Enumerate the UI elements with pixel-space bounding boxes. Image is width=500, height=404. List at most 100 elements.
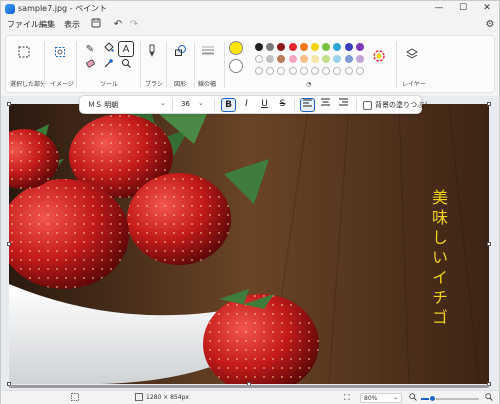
resize-handle[interactable] — [487, 102, 491, 106]
settings-gear-icon[interactable]: ⚙ — [483, 18, 497, 32]
zoom-out-icon[interactable] — [409, 393, 417, 403]
edit-colors-icon[interactable] — [371, 50, 387, 66]
chevron-down-icon[interactable]: ⌄ — [393, 394, 398, 401]
minimize-button[interactable]: — — [427, 1, 451, 17]
line-width-icon[interactable] — [199, 44, 217, 60]
title-bar: sample7.jpg - ペイント — ☐ ✕ — [1, 1, 499, 17]
resize-handle[interactable] — [7, 242, 11, 246]
zoom-slider-knob[interactable] — [429, 395, 437, 402]
overlay-text[interactable]: 美味しいイチゴ — [426, 189, 448, 329]
save-icon[interactable] — [89, 18, 103, 32]
strawberry-photo[interactable]: 美味しいイチゴ — [9, 104, 489, 384]
palette-swatch[interactable] — [277, 43, 286, 51]
palette-swatch[interactable] — [255, 55, 263, 63]
toolbar-divider — [172, 99, 173, 111]
font-family-select[interactable]: ＭＳ 明朝 — [88, 100, 118, 110]
palette-swatch[interactable] — [333, 43, 342, 51]
font-size-select[interactable]: 36 — [181, 100, 190, 108]
color-picker-icon[interactable] — [100, 58, 116, 74]
custom-swatch-empty[interactable] — [299, 67, 308, 75]
palette-swatch[interactable] — [322, 55, 331, 63]
italic-button[interactable]: I — [239, 98, 254, 112]
toolbar-divider — [294, 99, 295, 111]
custom-swatch-empty[interactable] — [277, 67, 286, 75]
canvas-area: 美味しいイチゴ — [1, 96, 499, 390]
fill-background-checkbox[interactable] — [363, 101, 372, 110]
custom-swatch-empty[interactable] — [311, 67, 319, 75]
palette-drop-icon[interactable]: ◔ — [306, 81, 311, 88]
chevron-down-icon[interactable]: ⌄ — [198, 99, 204, 107]
pencil-icon[interactable]: ✎ — [82, 42, 98, 58]
palette-swatch[interactable] — [344, 55, 353, 63]
strikethrough-button[interactable]: S — [275, 98, 290, 112]
secondary-color-swatch[interactable] — [229, 59, 243, 73]
align-left-button[interactable] — [300, 98, 315, 112]
ribbon-divider — [194, 42, 195, 88]
palette-swatch[interactable] — [311, 43, 319, 51]
resize-handle[interactable] — [487, 242, 491, 246]
undo-icon[interactable]: ↶ — [111, 18, 125, 32]
chevron-down-icon[interactable]: ⌄ — [160, 99, 166, 107]
palette-swatch[interactable] — [311, 55, 319, 63]
custom-swatch-empty[interactable] — [288, 67, 297, 75]
eraser-icon[interactable] — [82, 58, 98, 74]
palette-swatch[interactable] — [355, 55, 364, 63]
fill-bucket-icon[interactable] — [100, 42, 116, 58]
horizontal-scrollbar[interactable] — [9, 385, 489, 388]
group-label-selection: 選択した部分 — [10, 81, 47, 88]
zoom-in-icon[interactable] — [485, 393, 493, 403]
image-size-icon — [135, 393, 143, 403]
palette-swatch[interactable] — [322, 43, 331, 51]
redo-icon[interactable]: ↷ — [127, 18, 141, 32]
close-button[interactable]: ✕ — [475, 1, 499, 17]
menu-file[interactable]: ファイル — [7, 19, 39, 30]
selection-tool-button[interactable] — [16, 46, 32, 62]
text-format-toolbar: ＭＳ 明朝 ⌄ 36 ⌄ B I U S 背景の塗りつぶし — [79, 95, 431, 114]
palette-swatch[interactable] — [288, 43, 297, 51]
resize-handle[interactable] — [7, 102, 11, 106]
toolbar-divider — [356, 99, 357, 111]
group-label-shapes: 図形 — [174, 81, 187, 88]
palette-swatch[interactable] — [288, 55, 297, 63]
align-center-button[interactable] — [318, 98, 333, 112]
palette-swatch[interactable] — [255, 43, 263, 51]
custom-swatch-empty[interactable] — [355, 67, 364, 75]
group-label-layers: レイヤー — [402, 81, 426, 88]
fit-to-window-icon[interactable]: ⛶ — [344, 393, 350, 403]
custom-swatch-empty[interactable] — [344, 67, 353, 75]
palette-swatch[interactable] — [355, 43, 364, 51]
menu-view[interactable]: 表示 — [64, 19, 80, 30]
align-right-button[interactable] — [336, 98, 351, 112]
bold-button[interactable]: B — [221, 98, 236, 112]
group-label-image: イメージ — [50, 81, 74, 88]
ribbon: 選択した部分 イメージ ✎ A ツール ブラシ 図形 線の幅 ◔ レイヤー — [5, 35, 495, 93]
primary-color-swatch[interactable] — [229, 41, 243, 55]
layers-icon[interactable] — [404, 48, 420, 64]
palette-swatch[interactable] — [299, 55, 308, 63]
zoom-slider[interactable] — [421, 395, 479, 402]
custom-swatch-empty[interactable] — [333, 67, 342, 75]
palette-swatch[interactable] — [344, 43, 353, 51]
palette-swatch[interactable] — [266, 43, 275, 51]
ribbon-divider — [76, 42, 77, 88]
brush-icon[interactable] — [144, 44, 160, 60]
ribbon-divider — [44, 42, 45, 88]
zoom-level-select[interactable]: 80% ⌄ — [360, 393, 402, 403]
palette-swatch[interactable] — [333, 55, 342, 63]
image-crop-icon[interactable] — [52, 46, 68, 62]
selection-size-icon — [71, 393, 79, 403]
custom-swatch-empty[interactable] — [322, 67, 331, 75]
palette-swatch[interactable] — [266, 55, 275, 63]
custom-swatch-empty[interactable] — [255, 67, 263, 75]
text-tool-icon[interactable]: A — [118, 41, 134, 57]
zoom-level-value: 80% — [364, 395, 378, 402]
maximize-button[interactable]: ☐ — [451, 1, 475, 17]
custom-swatch-empty[interactable] — [266, 67, 275, 75]
shapes-icon[interactable] — [172, 44, 188, 60]
magnifier-icon[interactable] — [118, 58, 134, 74]
palette-swatch[interactable] — [299, 43, 308, 51]
menu-edit[interactable]: 編集 — [39, 19, 55, 30]
ribbon-divider — [224, 42, 225, 88]
underline-button[interactable]: U — [257, 98, 272, 112]
palette-swatch[interactable] — [277, 55, 286, 63]
